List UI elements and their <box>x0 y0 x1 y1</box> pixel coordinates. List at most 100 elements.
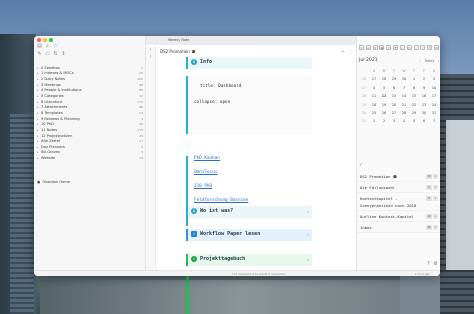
folder-item[interactable]: ▸ 0 Seedbox 7 <box>37 65 144 71</box>
folder-item[interactable]: ▸ 2 Daily Notes 365 <box>37 76 144 82</box>
forward-arrow-icon[interactable]: › <box>148 55 153 60</box>
callout-workflow-paper[interactable]: ✓ Workflow Paper lesen › <box>186 229 312 241</box>
calendar-day[interactable]: 12 <box>379 92 389 100</box>
folder-item[interactable]: ▸ 1 Indexes & MOCs 29 <box>37 71 144 77</box>
search-icon[interactable]: ⌕ <box>45 44 50 49</box>
week-number[interactable]: 28 <box>359 92 369 100</box>
vault-switcher[interactable]: ▣ Obsidian Home <box>37 180 70 184</box>
minimize-window-button[interactable] <box>43 38 47 42</box>
folder-item[interactable]: ▸ 4 People & Institutions 85 <box>37 88 144 94</box>
clock-icon[interactable]: ◷ <box>406 45 412 50</box>
folder-item[interactable]: ▸ INI-Graves 3 <box>37 150 144 156</box>
calendar-day[interactable]: 18 <box>369 101 379 109</box>
tab-weekly-note[interactable]: Weekly Note <box>168 38 189 42</box>
calendar-day[interactable]: 23 <box>419 101 429 109</box>
calendar-day[interactable]: 15 <box>409 92 419 100</box>
calendar-day[interactable]: 30 <box>419 109 429 117</box>
check-icon[interactable]: ✓ <box>399 45 405 50</box>
calendar-day[interactable]: 7 <box>429 117 439 125</box>
calendar-day[interactable]: 27 <box>369 75 379 83</box>
folder-item[interactable]: ▸ 7 Attachments 96 <box>37 104 144 110</box>
calendar-day[interactable]: 27 <box>389 109 399 117</box>
calendar-day[interactable]: 25 <box>369 109 379 117</box>
calendar-day[interactable]: 5 <box>379 84 389 92</box>
bookmark-icon[interactable]: ⚑ <box>393 45 399 50</box>
callout-projekttagebuch[interactable]: ✓ Projekttagebuch › <box>186 254 312 266</box>
calendar-day[interactable]: 6 <box>419 117 429 125</box>
calendar-day[interactable]: 29 <box>409 109 419 117</box>
calendar-day[interactable]: 21 <box>399 101 409 109</box>
calendar-day[interactable]: 3 <box>389 117 399 125</box>
link-icon[interactable]: ∞ <box>359 45 364 50</box>
list-icon[interactable]: ☰ <box>427 45 433 50</box>
task-item[interactable]: Kontextkapitel - Szenypraktiken nach 201… <box>357 193 440 211</box>
folder-item[interactable]: ▸ 11 Notes 115 <box>37 127 144 133</box>
folder-item[interactable]: ▸ 8 Templates 23 <box>37 110 144 116</box>
calendar-day[interactable]: 22 <box>409 101 419 109</box>
folder-item[interactable]: ▸ Day Planners 5 <box>37 144 144 150</box>
task-item[interactable]: Outline Kontext-Kapitel 12 × <box>357 211 440 222</box>
task-item[interactable]: Die Fallauswahl 6 × <box>357 182 440 193</box>
callout-info[interactable]: i Info <box>186 57 312 69</box>
calendar-day[interactable]: 16 <box>419 92 429 100</box>
settings-icon[interactable]: ⚙ <box>433 262 438 267</box>
sidebar-toggle-icon[interactable]: ▤ <box>37 44 42 49</box>
callout-wo-ist-was[interactable]: i Wo ist was? › <box>186 206 312 218</box>
today-button[interactable]: Today <box>424 59 434 63</box>
close-icon[interactable]: × <box>433 195 438 201</box>
calendar-day[interactable]: 19 <box>379 101 389 109</box>
outline-icon[interactable]: ≡ <box>365 45 371 50</box>
calendar-day[interactable]: 4 <box>399 117 409 125</box>
calendar-day[interactable]: 1 <box>369 117 379 125</box>
week-number[interactable]: 27 <box>359 84 369 92</box>
task-item[interactable]: DS2 Promotion 🎓 16 × <box>357 171 440 182</box>
folder-item[interactable]: ▸ 3 Meetings 89 <box>37 82 144 88</box>
folder-item[interactable]: ▸ 9 Reviews & Planning 4 <box>37 116 144 122</box>
week-number[interactable]: 30 <box>359 109 369 117</box>
calendar-day[interactable]: 28 <box>399 109 409 117</box>
calendar-day[interactable]: 11 <box>369 92 379 100</box>
gear-icon[interactable]: ⚙ <box>433 45 439 50</box>
more-options-icon[interactable]: ⋮ <box>348 49 352 54</box>
calendar-day[interactable]: 26 <box>379 109 389 117</box>
star-icon[interactable]: ☆ <box>53 44 58 49</box>
new-folder-icon[interactable]: ▭ <box>45 52 50 57</box>
calendar-day[interactable]: 2 <box>379 117 389 125</box>
week-number[interactable]: 26 <box>359 75 369 83</box>
chevron-right-icon[interactable]: › <box>438 59 439 63</box>
graph-icon[interactable]: ✳ <box>386 45 392 50</box>
calendar-day[interactable]: 9 <box>419 84 429 92</box>
calendar-day[interactable]: 29 <box>389 75 399 83</box>
folder-item[interactable]: ▸ Alte Zettel 17 <box>37 138 144 144</box>
folder-item[interactable]: ▸ 6 Literature 175 <box>37 99 144 105</box>
calendar-day[interactable]: 4 <box>369 84 379 92</box>
close-window-button[interactable] <box>37 38 41 42</box>
close-icon[interactable]: × <box>433 213 438 219</box>
calendar-day[interactable]: 7 <box>399 84 409 92</box>
calendar-icon[interactable]: ▦ <box>379 45 385 50</box>
folder-item[interactable]: ▸ Website 13 <box>37 155 144 161</box>
calendar-day[interactable]: 10 <box>429 84 439 92</box>
close-icon[interactable]: × <box>433 224 438 230</box>
folder-item[interactable]: ▸ 5 Categories 32 <box>37 93 144 99</box>
week-number[interactable]: 31 <box>359 117 369 125</box>
calendar-day[interactable]: 2 <box>419 75 429 83</box>
calendar-day[interactable]: 6 <box>389 84 399 92</box>
task-item[interactable]: Inbox 26 × <box>357 222 440 233</box>
calendar-day[interactable]: 28 <box>379 75 389 83</box>
calendar-day[interactable]: 13 <box>389 92 399 100</box>
chevron-left-icon[interactable]: ‹ <box>420 59 421 63</box>
calendar-day[interactable]: 5 <box>409 117 419 125</box>
close-icon[interactable]: × <box>433 173 438 179</box>
calendar-day[interactable]: 20 <box>389 101 399 109</box>
calendar-day[interactable]: 14 <box>399 92 409 100</box>
calendar-day[interactable]: 31 <box>429 109 439 117</box>
tag-icon[interactable]: # <box>372 45 378 50</box>
calendar-day[interactable]: 17 <box>429 92 439 100</box>
close-icon[interactable]: × <box>433 184 438 190</box>
calendar-day[interactable]: 1 <box>409 75 419 83</box>
week-number[interactable]: 29 <box>359 101 369 109</box>
internal-link[interactable]: 210 PhD <box>194 184 312 198</box>
new-note-icon[interactable]: ✎ <box>37 52 42 57</box>
folder-item[interactable]: ▸ 10 PhD 56 <box>37 121 144 127</box>
